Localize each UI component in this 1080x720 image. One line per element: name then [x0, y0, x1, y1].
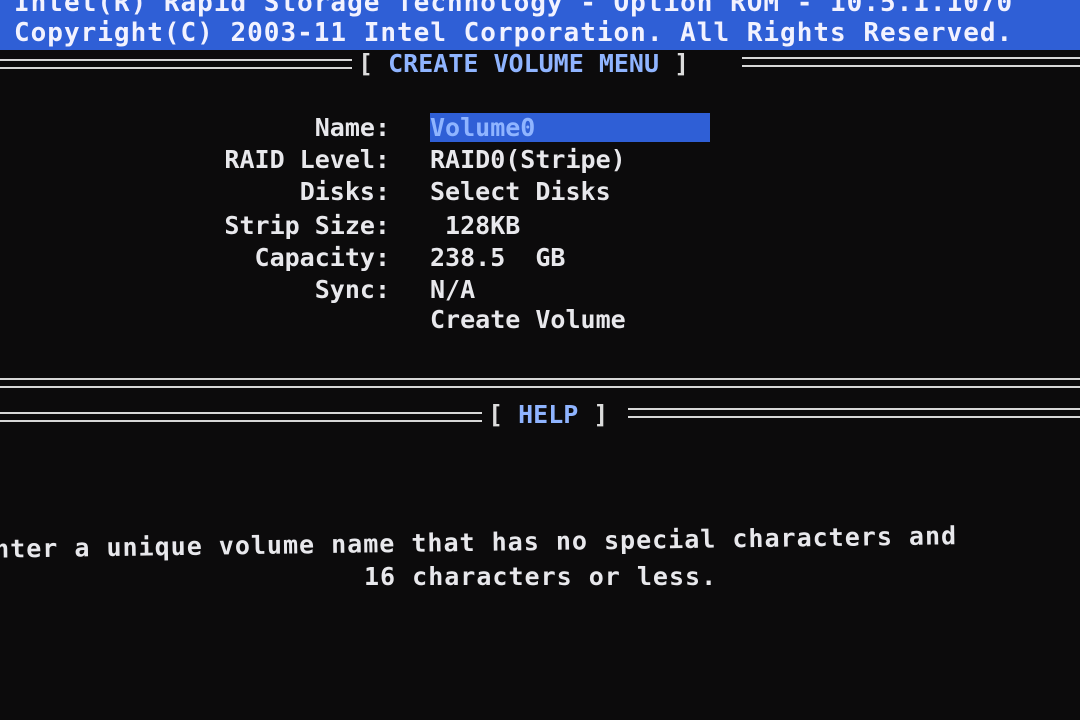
field-value-text: Select Disks: [430, 177, 611, 206]
header-title: Intel(R) Rapid Storage Technology - Opti…: [14, 0, 1014, 18]
field-value[interactable]: RAID0(Stripe): [430, 145, 626, 174]
field-value-text: 238.5 GB: [430, 243, 566, 272]
help-text-line1: Enter a unique volume name that has no s…: [0, 521, 958, 564]
header-copyright: Copyright(C) 2003-11 Intel Corporation. …: [14, 18, 1014, 48]
help-text-line2: 16 characters or less.: [364, 562, 718, 591]
help-title: [ HELP ]: [488, 400, 609, 429]
field-label: Disks:: [299, 177, 390, 206]
field-label: Sync:: [314, 275, 390, 304]
field-label: RAID Level:: [224, 145, 390, 174]
field-value[interactable]: N/A: [430, 275, 475, 304]
divider: [0, 378, 1080, 388]
field-value[interactable]: 128KB: [430, 211, 520, 240]
field-value-text: 128KB: [430, 211, 521, 240]
create-volume-menu-title: [ CREATE VOLUME MENU ]: [358, 49, 690, 78]
field-value[interactable]: Select Disks: [430, 177, 611, 206]
field-label: Capacity:: [254, 243, 390, 272]
field-label: Name:: [314, 113, 390, 142]
field-value[interactable]: Volume0: [430, 113, 710, 142]
field-value-text: N/A: [430, 275, 476, 304]
field-value-text: Volume0: [430, 113, 710, 142]
divider: [628, 408, 1080, 418]
divider: [0, 412, 482, 422]
field-value[interactable]: 238.5 GB: [430, 243, 565, 272]
header-bar: Intel(R) Rapid Storage Technology - Opti…: [0, 0, 1080, 50]
divider: [742, 57, 1080, 67]
field-value-text: RAID0(Stripe): [430, 145, 626, 174]
divider: [0, 59, 352, 69]
field-label: Strip Size:: [224, 211, 390, 240]
